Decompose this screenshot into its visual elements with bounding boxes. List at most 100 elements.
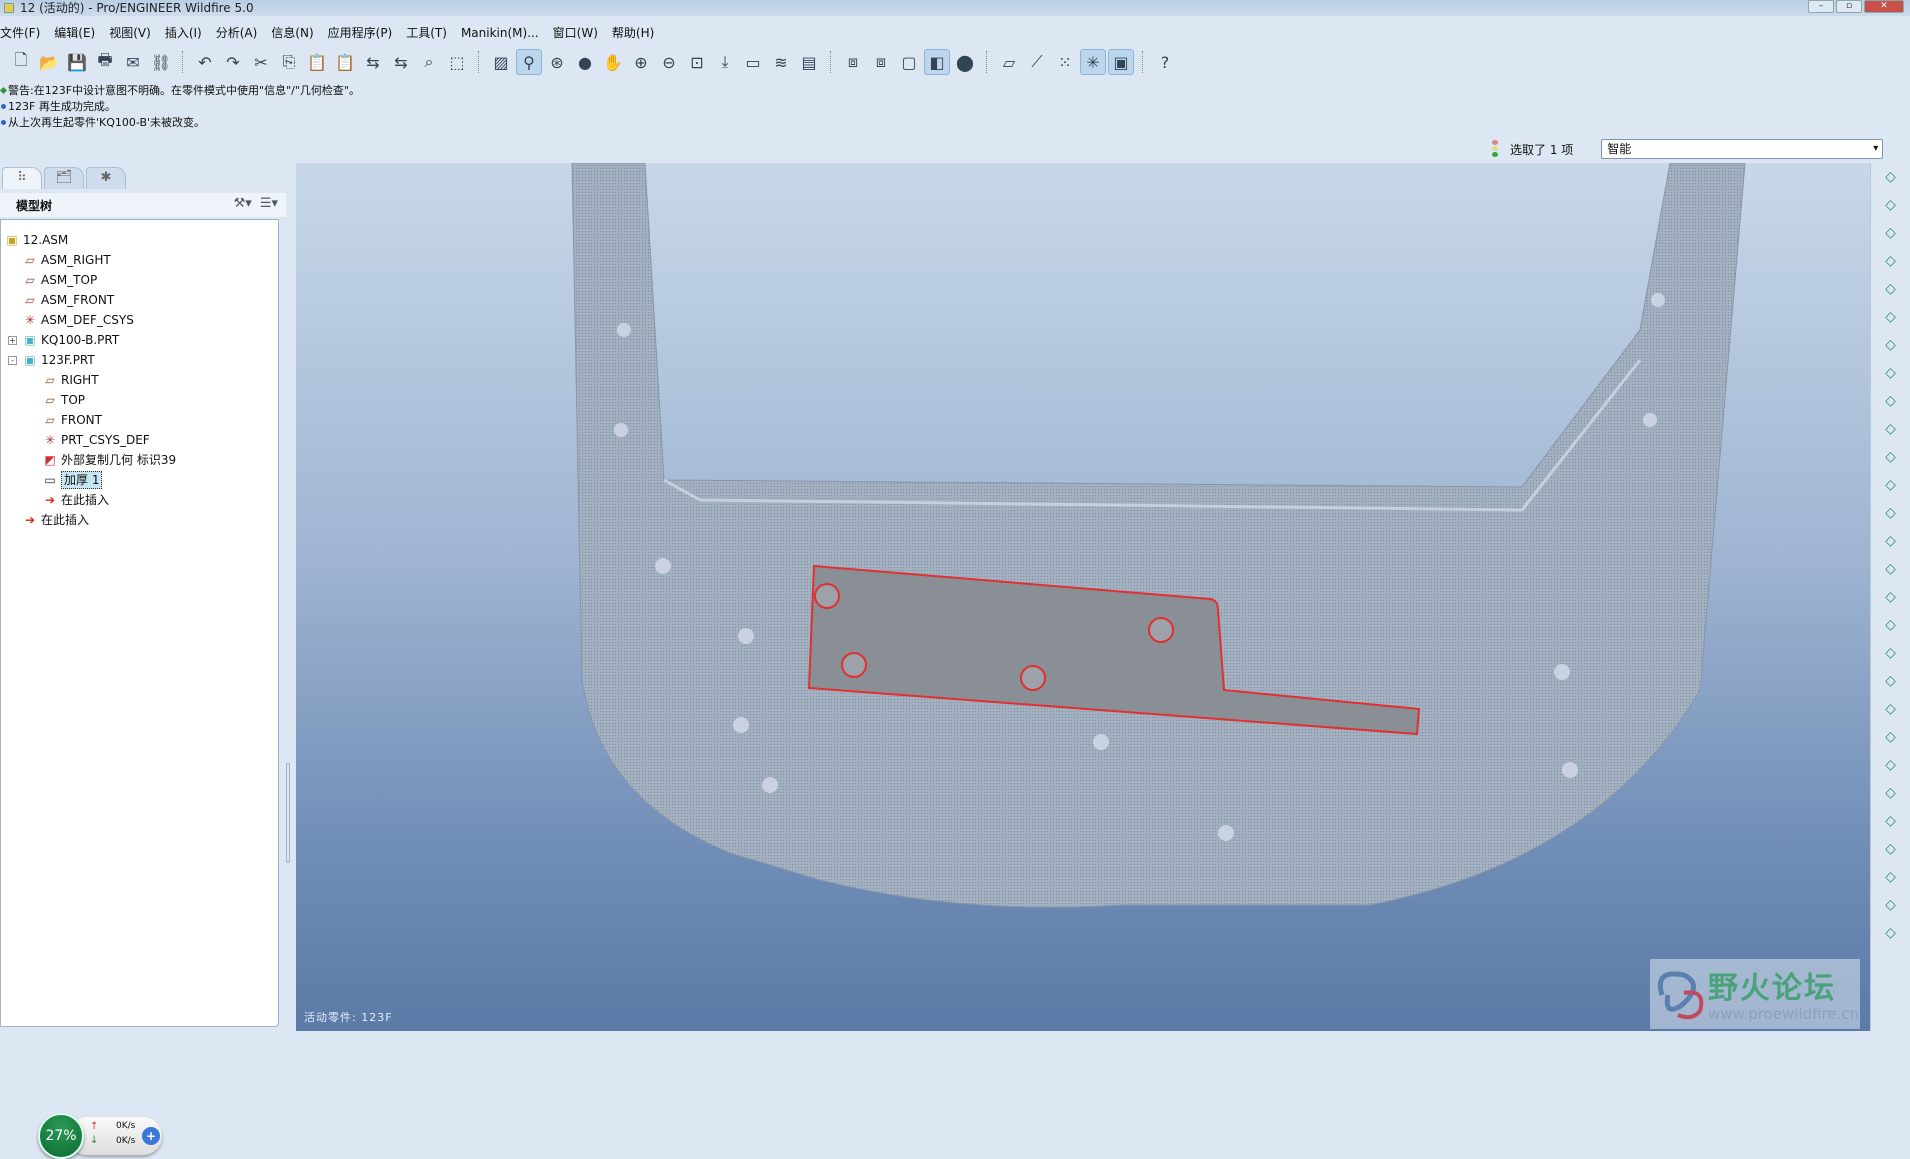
tab-model-tree[interactable]: ⠷ [2,167,42,189]
send-link-icon[interactable]: ⛓ [148,49,174,75]
intersect-icon[interactable]: ◇ [1871,863,1910,891]
solidify-icon[interactable]: ◇ [1871,835,1910,863]
shell-icon[interactable]: ◇ [1871,499,1910,527]
menu-item[interactable]: 插入(I) [165,23,209,43]
offset-icon[interactable]: ◇ [1871,779,1910,807]
shading-icon[interactable]: ◧ [924,49,950,75]
layout-icon[interactable]: ◇ [1871,919,1910,947]
refit-icon[interactable]: ⊡ [684,49,710,75]
datum-plane-display-icon[interactable]: ▱ [996,49,1022,75]
context-help-icon[interactable]: ? [1152,49,1178,75]
tab-favorites[interactable]: ✱ [86,167,126,189]
hole-icon[interactable]: ◇ [1871,471,1910,499]
close-button[interactable]: ✕ [1864,0,1904,13]
mirror-icon[interactable]: ◇ [1871,667,1910,695]
merge-icon[interactable]: ◇ [1871,695,1910,723]
datum-axis-icon[interactable]: ◇ [1871,219,1910,247]
enhanced-realism-icon[interactable]: ⬤ [952,49,978,75]
regenerate-icon[interactable]: ⇆ [360,49,386,75]
graphics-window[interactable]: 活动零件: 123F 野火论坛 www.proewildfire.cn [296,163,1870,1031]
tree-item[interactable]: ▱ TOP [43,390,85,410]
draft-icon[interactable]: ◇ [1871,555,1910,583]
selection-filter-dropdown[interactable]: 智能 [1601,139,1884,159]
project-icon[interactable]: ◇ [1871,891,1910,919]
minimize-button[interactable]: – [1808,0,1834,13]
zoom-out-icon[interactable]: ⊖ [656,49,682,75]
find-icon[interactable]: ⌕ [416,49,442,75]
undo-icon[interactable]: ↶ [192,49,218,75]
datum-plane-icon[interactable]: ◇ [1871,191,1910,219]
menu-item[interactable]: 视图(V) [109,23,158,43]
rib-icon[interactable]: ◇ [1871,527,1910,555]
paste-special-icon[interactable]: 📋 [332,49,358,75]
view-manager-icon[interactable]: ▤ [796,49,822,75]
datum-point-display-icon[interactable]: ⁙ [1052,49,1078,75]
reorient-icon[interactable]: ⤓ [712,49,738,75]
cut-icon[interactable]: ✂ [248,49,274,75]
tree-item[interactable]: ▱ ASM_RIGHT [23,250,110,270]
tree-item[interactable]: ▱ RIGHT [43,370,98,390]
extrude-icon[interactable]: ◇ [1871,387,1910,415]
menu-item[interactable]: 帮助(H) [612,23,661,43]
datum-curve-sketch-icon[interactable]: ◇ [1871,163,1910,191]
tree-columns-icon[interactable]: ☰▾ [260,196,278,211]
tree-item[interactable]: ▱ ASM_FRONT [23,290,114,310]
regen-manager-icon[interactable]: ⇆ [388,49,414,75]
datum-ref-icon[interactable]: ◇ [1871,359,1910,387]
tree-item[interactable]: ▱ FRONT [43,410,102,430]
appearance-icon[interactable]: ● [572,49,598,75]
trim-icon[interactable]: ◇ [1871,723,1910,751]
tree-item[interactable]: ▭ 加厚 1 [43,470,103,490]
redo-icon[interactable]: ↷ [220,49,246,75]
zoom-in-icon[interactable]: ⊕ [628,49,654,75]
tree-item[interactable]: ✳ ASM_DEF_CSYS [23,310,134,330]
tab-folder-browser[interactable]: 🗂 [44,167,84,189]
chamfer-icon[interactable]: ◇ [1871,611,1910,639]
hidden-line-icon[interactable]: ⧈ [868,49,894,75]
revolve-icon[interactable]: ◇ [1871,415,1910,443]
spin-center-icon[interactable]: ⊛ [544,49,570,75]
no-hidden-icon[interactable]: ▢ [896,49,922,75]
menu-item[interactable]: 文件(F) [0,23,47,43]
expand-toggle[interactable]: - [8,356,17,365]
layers-icon[interactable]: ≋ [768,49,794,75]
expand-toggle[interactable]: + [8,336,17,345]
select-box-icon[interactable]: ⬚ [444,49,470,75]
tree-item[interactable]: ➔ 在此插入 [23,510,89,530]
copy-icon[interactable]: ⎘ [276,49,302,75]
pattern-icon[interactable]: ◇ [1871,639,1910,667]
menu-item[interactable]: 编辑(E) [54,23,102,43]
tree-item[interactable]: ▣ KQ100-B.PRT [23,330,119,350]
menu-item[interactable]: 工具(T) [406,23,454,43]
sketcher-icon[interactable]: ▨ [488,49,514,75]
csys-icon[interactable]: ◇ [1871,303,1910,331]
datum-toggle-icon[interactable]: ⚲ [516,49,542,75]
maximize-button[interactable]: ▫ [1836,0,1862,13]
open-icon[interactable]: 📂 [36,49,62,75]
tree-item[interactable]: ▱ ASM_TOP [23,270,97,290]
tree-item[interactable]: ✳ PRT_CSYS_DEF [43,430,150,450]
send-mail-icon[interactable]: ✉ [120,49,146,75]
new-icon[interactable]: 🗋 [8,49,34,75]
network-monitor-widget[interactable]: 27% ↑ ↓ 0K/s 0K/s + [38,1113,164,1159]
tree-item[interactable]: ▣ 123F.PRT [23,350,94,370]
csys-display-icon[interactable]: ✳ [1080,49,1106,75]
print-icon[interactable]: 🖶 [92,49,118,75]
tree-item[interactable]: ➔ 在此插入 [43,490,109,510]
wireframe-icon[interactable]: ⧈ [840,49,866,75]
round-icon[interactable]: ◇ [1871,583,1910,611]
datum-curve-icon[interactable]: ◇ [1871,247,1910,275]
datum-axis-display-icon[interactable]: ⟋ [1024,49,1050,75]
menu-item[interactable]: Manikin(M)... [461,23,546,43]
sweep-icon[interactable]: ◇ [1871,443,1910,471]
paste-icon[interactable]: 📋 [304,49,330,75]
thicken-tool-icon[interactable]: ◇ [1871,807,1910,835]
menu-item[interactable]: 应用程序(P) [328,23,400,43]
menu-item[interactable]: 分析(A) [216,23,265,43]
tree-item[interactable]: ▣ 12.ASM [5,230,68,250]
tree-item[interactable]: ◩ 外部复制几何 标识39 [43,450,176,470]
menu-item[interactable]: 信息(N) [271,23,320,43]
annotation-display-icon[interactable]: ▣ [1108,49,1134,75]
plus-icon[interactable]: + [142,1127,160,1145]
panel-splitter[interactable] [286,763,290,863]
